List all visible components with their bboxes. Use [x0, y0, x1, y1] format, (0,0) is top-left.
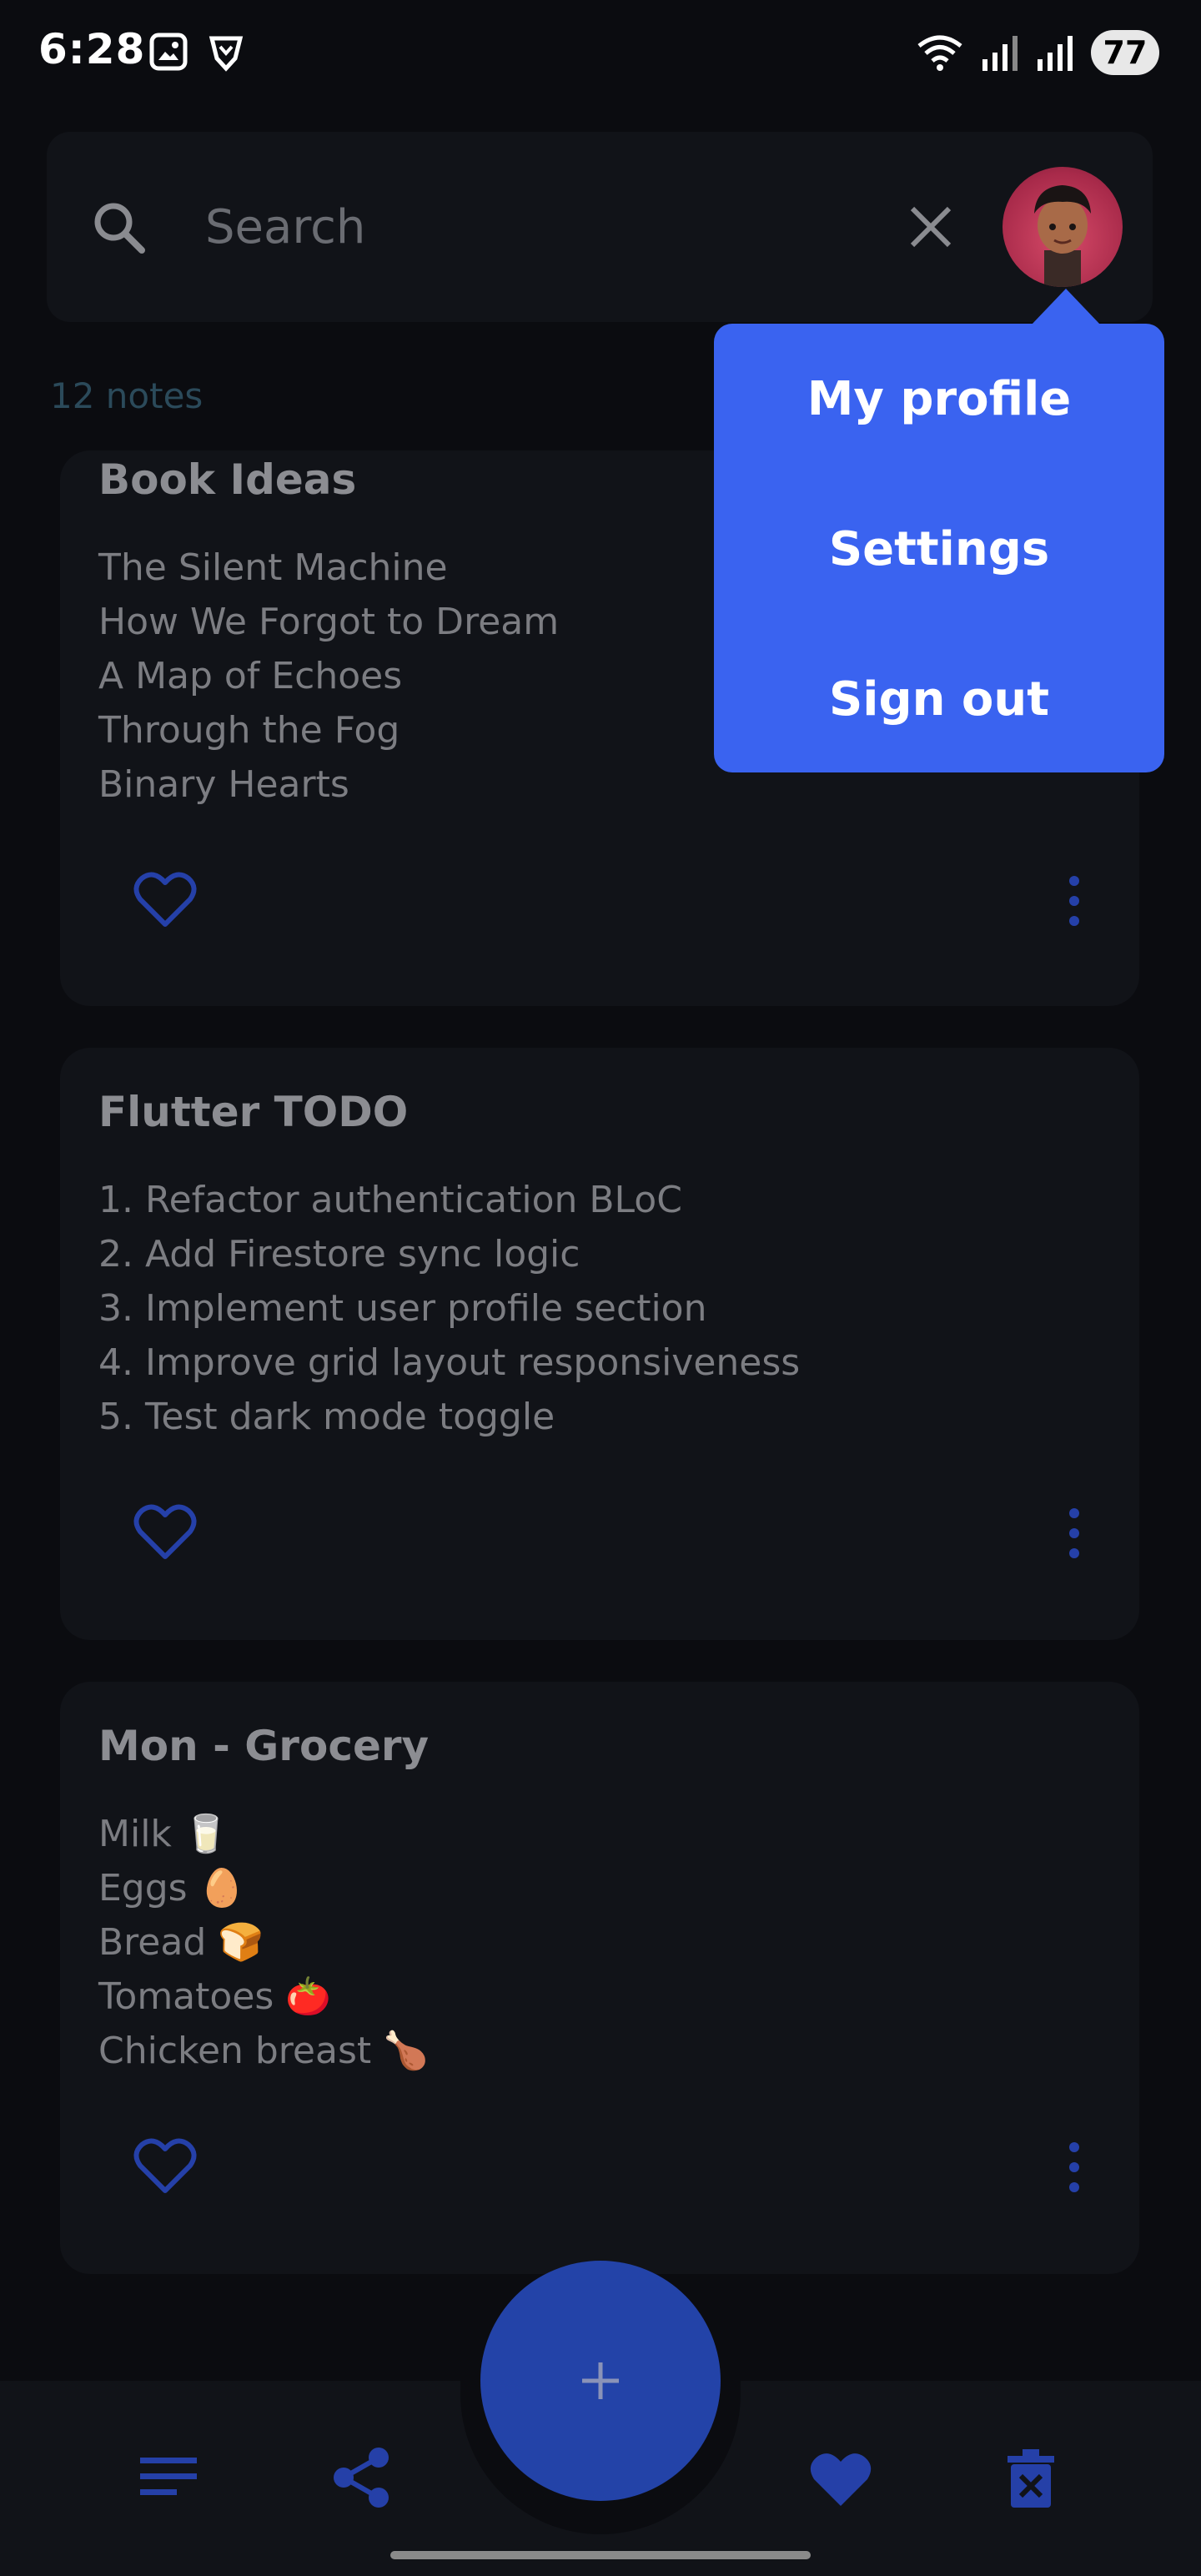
note-line: Chicken breast 🍗	[98, 2030, 429, 2072]
wifi-icon	[917, 35, 962, 71]
signal-icon-1	[982, 36, 1018, 71]
menu-pointer	[1031, 289, 1101, 325]
note-body: 1. Refactor authentication BLoC 2. Add F…	[98, 1173, 800, 1444]
note-line: How We Forgot to Dream	[98, 601, 560, 643]
heart-outline-icon[interactable]	[133, 1503, 197, 1560]
brave-icon	[209, 36, 244, 72]
heart-outline-icon[interactable]	[133, 2137, 197, 2194]
note-line: Bread 🍞	[98, 1921, 264, 1964]
more-vert-icon[interactable]	[1066, 2141, 1083, 2194]
profile-menu: My profile Settings Sign out	[714, 324, 1164, 772]
menu-item-settings[interactable]: Settings	[714, 474, 1164, 624]
more-vert-icon[interactable]	[1066, 1507, 1083, 1560]
plus-icon	[582, 2362, 619, 2399]
search-input[interactable]: Search	[205, 200, 365, 254]
note-body: Milk 🥛 Eggs 🥚 Bread 🍞 Tomatoes 🍅 Chicken…	[98, 1807, 429, 2078]
note-title: Flutter TODO	[98, 1088, 409, 1136]
home-indicator	[390, 2551, 811, 2559]
note-line: Through the Fog	[98, 709, 400, 752]
trash-x-icon[interactable]	[1008, 2449, 1054, 2508]
note-line: Milk 🥛	[98, 1813, 229, 1855]
more-vert-icon[interactable]	[1066, 874, 1083, 928]
signal-icon-2	[1038, 36, 1073, 71]
note-title: Book Ideas	[98, 455, 357, 504]
note-line: The Silent Machine	[98, 546, 448, 589]
note-line: A Map of Echoes	[98, 655, 403, 697]
avatar[interactable]	[1003, 167, 1123, 287]
screenshot-icon	[149, 33, 188, 71]
status-time: 6:28	[38, 25, 146, 73]
notes-count: 12 notes	[50, 375, 204, 416]
note-card[interactable]: Mon - Grocery Milk 🥛 Eggs 🥚 Bread 🍞 Toma…	[60, 1682, 1139, 2274]
status-left-icons	[148, 32, 245, 72]
note-line: 3. Implement user profile section	[98, 1287, 707, 1330]
menu-item-my-profile[interactable]: My profile	[714, 324, 1164, 474]
share-icon[interactable]	[332, 2448, 390, 2508]
heart-filled-icon[interactable]	[809, 2451, 872, 2508]
status-right-icons: 77	[916, 30, 1159, 75]
note-line: Tomatoes 🍅	[98, 1975, 332, 2018]
close-icon[interactable]	[909, 205, 952, 249]
menu-item-sign-out[interactable]: Sign out	[714, 624, 1164, 774]
note-line: 2. Add Firestore sync logic	[98, 1233, 580, 1275]
note-line: 4. Improve grid layout responsiveness	[98, 1341, 801, 1384]
add-note-button[interactable]	[480, 2261, 721, 2501]
battery-indicator: 77	[1091, 30, 1159, 75]
search-icon[interactable]	[90, 199, 148, 257]
heart-outline-icon[interactable]	[133, 871, 197, 928]
note-line: Binary Hearts	[98, 763, 349, 806]
note-line: 1. Refactor authentication BLoC	[98, 1179, 682, 1221]
note-title: Mon - Grocery	[98, 1722, 430, 1770]
note-line: Eggs 🥚	[98, 1867, 245, 1909]
note-card[interactable]: Flutter TODO 1. Refactor authentication …	[60, 1048, 1139, 1640]
note-body: The Silent Machine How We Forgot to Drea…	[98, 541, 559, 812]
note-line: 5. Test dark mode toggle	[98, 1396, 555, 1438]
menu-lines-icon[interactable]	[140, 2456, 197, 2498]
